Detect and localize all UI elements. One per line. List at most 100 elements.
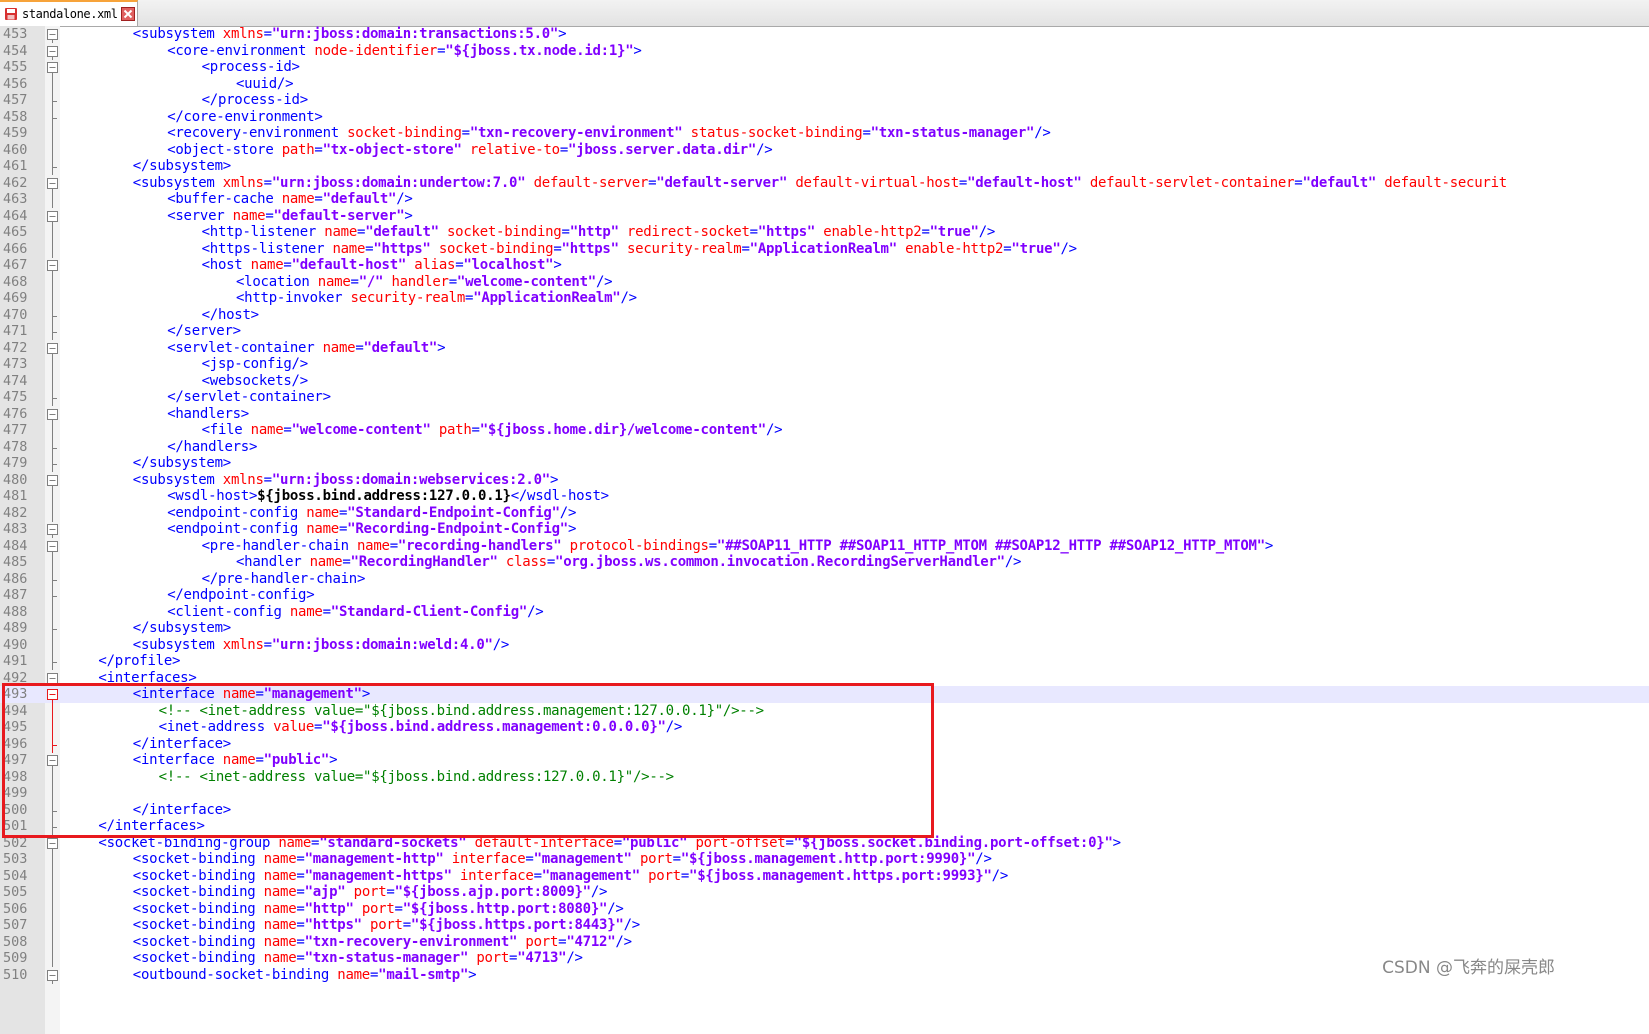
code-line[interactable]: 498 <!-- <inet-address value="${jboss.bin… xyxy=(0,768,1649,786)
fold-toggle-icon[interactable] xyxy=(47,472,58,489)
line-number: 486 xyxy=(3,570,28,587)
code-line[interactable]: 507 <socket-binding name="https" port="${… xyxy=(0,917,1649,934)
code-token: "txn-recovery-environment" xyxy=(304,933,518,950)
code-line[interactable]: 501 </interfaces> xyxy=(0,818,1649,835)
code-line[interactable]: 486 </pre-handler-chain> xyxy=(0,570,1649,588)
code-token: /> xyxy=(991,867,1009,884)
code-token: value xyxy=(273,719,315,735)
code-line[interactable]: 457 </process-id> xyxy=(0,92,1649,109)
code-token: interface xyxy=(451,851,526,867)
fold-end-marker xyxy=(47,735,58,753)
code-line[interactable]: 480 <subsystem xmlns="urn:jboss:domain:we… xyxy=(0,472,1649,489)
code-line[interactable]: 496 </interface> xyxy=(0,735,1649,753)
code-line[interactable]: 489 </subsystem> xyxy=(0,620,1649,637)
code-editor[interactable]: 453 <subsystem xmlns="urn:jboss:domain:tr… xyxy=(0,26,1649,1034)
code-line[interactable]: 476 <handlers> xyxy=(0,406,1649,423)
code-line[interactable]: 477 <file name="welcome-content" path="${… xyxy=(0,422,1649,439)
code-line[interactable]: 470 </host> xyxy=(0,306,1649,324)
fold-toggle-icon[interactable] xyxy=(47,43,58,60)
code-line[interactable]: 458 </core-environment> xyxy=(0,108,1649,126)
fold-toggle-icon[interactable] xyxy=(47,59,58,76)
code-token: "txn-status-manager" xyxy=(870,125,1035,141)
code-line[interactable]: 474 <websockets/> xyxy=(0,372,1649,390)
code-token: = xyxy=(263,636,272,653)
code-line[interactable]: 465 <http-listener name="default" socket-… xyxy=(0,224,1649,241)
code-line[interactable]: 482 <endpoint-config name="Standard-Endpo… xyxy=(0,504,1649,522)
fold-toggle-icon[interactable] xyxy=(47,835,58,852)
code-line[interactable]: 505 <socket-binding name="ajp" port="${jb… xyxy=(0,884,1649,901)
code-line[interactable]: 475 </servlet-container> xyxy=(0,389,1649,406)
code-token: name xyxy=(317,273,351,290)
code-line[interactable]: 499 xyxy=(0,785,1649,802)
fold-toggle-icon[interactable] xyxy=(47,521,58,538)
fold-toggle-icon[interactable] xyxy=(47,686,58,703)
fold-toggle-icon[interactable] xyxy=(47,406,58,423)
line-number: 478 xyxy=(3,438,28,455)
code-line[interactable]: 468 <location name="/" handler="welcome-c… xyxy=(0,273,1649,291)
fold-toggle-icon[interactable] xyxy=(47,670,58,687)
code-line[interactable]: 493 <interface name="management"> xyxy=(0,686,1649,704)
code-line[interactable]: 478 </handlers> xyxy=(0,438,1649,456)
code-token: name xyxy=(263,900,297,917)
code-token: interface xyxy=(459,867,534,884)
code-text: </subsystem> xyxy=(133,158,231,175)
code-token: "management-https" xyxy=(304,867,452,884)
code-line[interactable]: 492 <interfaces> xyxy=(0,670,1649,687)
code-line[interactable]: 497 <interface name="public"> xyxy=(0,752,1649,769)
tab-standalone-xml[interactable]: standalone.xml xyxy=(0,0,138,26)
code-line[interactable]: 490 <subsystem xmlns="urn:jboss:domain:we… xyxy=(0,636,1649,654)
code-line[interactable]: 485 <handler name="RecordingHandler" clas… xyxy=(0,554,1649,571)
fold-toggle-icon[interactable] xyxy=(47,175,58,192)
fold-toggle-icon[interactable] xyxy=(47,752,58,769)
code-token: /> xyxy=(623,917,641,933)
code-line[interactable]: 460 <object-store path="tx-object-store" … xyxy=(0,141,1649,159)
code-line[interactable]: 488 <client-config name="Standard-Client-… xyxy=(0,603,1649,621)
code-line[interactable]: 491 </profile> xyxy=(0,653,1649,670)
line-number: 474 xyxy=(3,372,28,389)
fold-toggle-icon[interactable] xyxy=(47,257,58,274)
fold-toggle-icon[interactable] xyxy=(47,340,58,357)
code-line[interactable]: 504 <socket-binding name="management-http… xyxy=(0,867,1649,885)
code-line[interactable]: 479 </subsystem> xyxy=(0,455,1649,472)
code-text: <servlet-container name="default"> xyxy=(167,340,445,357)
code-line[interactable]: 487 </endpoint-config> xyxy=(0,587,1649,604)
code-text: <http-listener name="default" socket-bin… xyxy=(202,224,996,241)
code-line[interactable]: 462 <subsystem xmlns="urn:jboss:domain:un… xyxy=(0,175,1649,192)
fold-toggle-icon[interactable] xyxy=(47,967,58,984)
code-line[interactable]: 455 <process-id> xyxy=(0,59,1649,76)
code-line[interactable]: 494 <!-- <inet-address value="${jboss.bin… xyxy=(0,702,1649,720)
code-line[interactable]: 481 <wsdl-host>${jboss.bind.address:127.0… xyxy=(0,488,1649,505)
code-line[interactable]: 471 </server> xyxy=(0,323,1649,340)
code-token: = xyxy=(296,933,305,950)
code-line[interactable]: 453 <subsystem xmlns="urn:jboss:domain:tr… xyxy=(0,26,1649,43)
line-number: 465 xyxy=(3,224,28,240)
code-token: = xyxy=(263,174,272,191)
fold-toggle-icon[interactable] xyxy=(47,538,58,555)
code-line[interactable]: 495 <inet-address value="${jboss.bind.add… xyxy=(0,719,1649,736)
code-line[interactable]: 467 <host name="default-host" alias="loca… xyxy=(0,257,1649,274)
code-line[interactable]: 472 <servlet-container name="default"> xyxy=(0,340,1649,357)
code-line[interactable]: 459 <recovery-environment socket-binding=… xyxy=(0,125,1649,142)
code-line[interactable]: 464 <server name="default-server"> xyxy=(0,208,1649,225)
code-line[interactable]: 503 <socket-binding name="management-http… xyxy=(0,851,1649,868)
code-line[interactable]: 454 <core-environment node-identifier="${… xyxy=(0,43,1649,60)
code-text: <inet-address value="${jboss.bind.addres… xyxy=(159,719,683,736)
code-line[interactable]: 506 <socket-binding name="http" port="${j… xyxy=(0,900,1649,918)
code-line[interactable]: 502 <socket-binding-group name="standard-… xyxy=(0,835,1649,852)
code-line[interactable]: 456 <uuid/> xyxy=(0,75,1649,93)
code-line[interactable]: 466 <https-listener name="https" socket-b… xyxy=(0,240,1649,258)
code-line[interactable]: 463 <buffer-cache name="default"/> xyxy=(0,191,1649,208)
code-token: > xyxy=(633,42,642,59)
code-token: "${jboss.home.dir}/welcome-content" xyxy=(479,422,767,438)
code-token: <process-id> xyxy=(201,59,300,75)
code-line[interactable]: 461 </subsystem> xyxy=(0,158,1649,175)
code-line[interactable]: 484 <pre-handler-chain name="recording-ha… xyxy=(0,538,1649,555)
code-line[interactable]: 469 <http-invoker security-realm="Applica… xyxy=(0,290,1649,307)
code-line[interactable]: 508 <socket-binding name="txn-recovery-en… xyxy=(0,933,1649,951)
close-icon[interactable] xyxy=(120,7,135,21)
code-line[interactable]: 483 <endpoint-config name="Recording-Endp… xyxy=(0,521,1649,538)
fold-toggle-icon[interactable] xyxy=(47,26,58,43)
code-line[interactable]: 500 </interface> xyxy=(0,801,1649,819)
code-line[interactable]: 473 <jsp-config/> xyxy=(0,356,1649,373)
fold-toggle-icon[interactable] xyxy=(47,208,58,225)
